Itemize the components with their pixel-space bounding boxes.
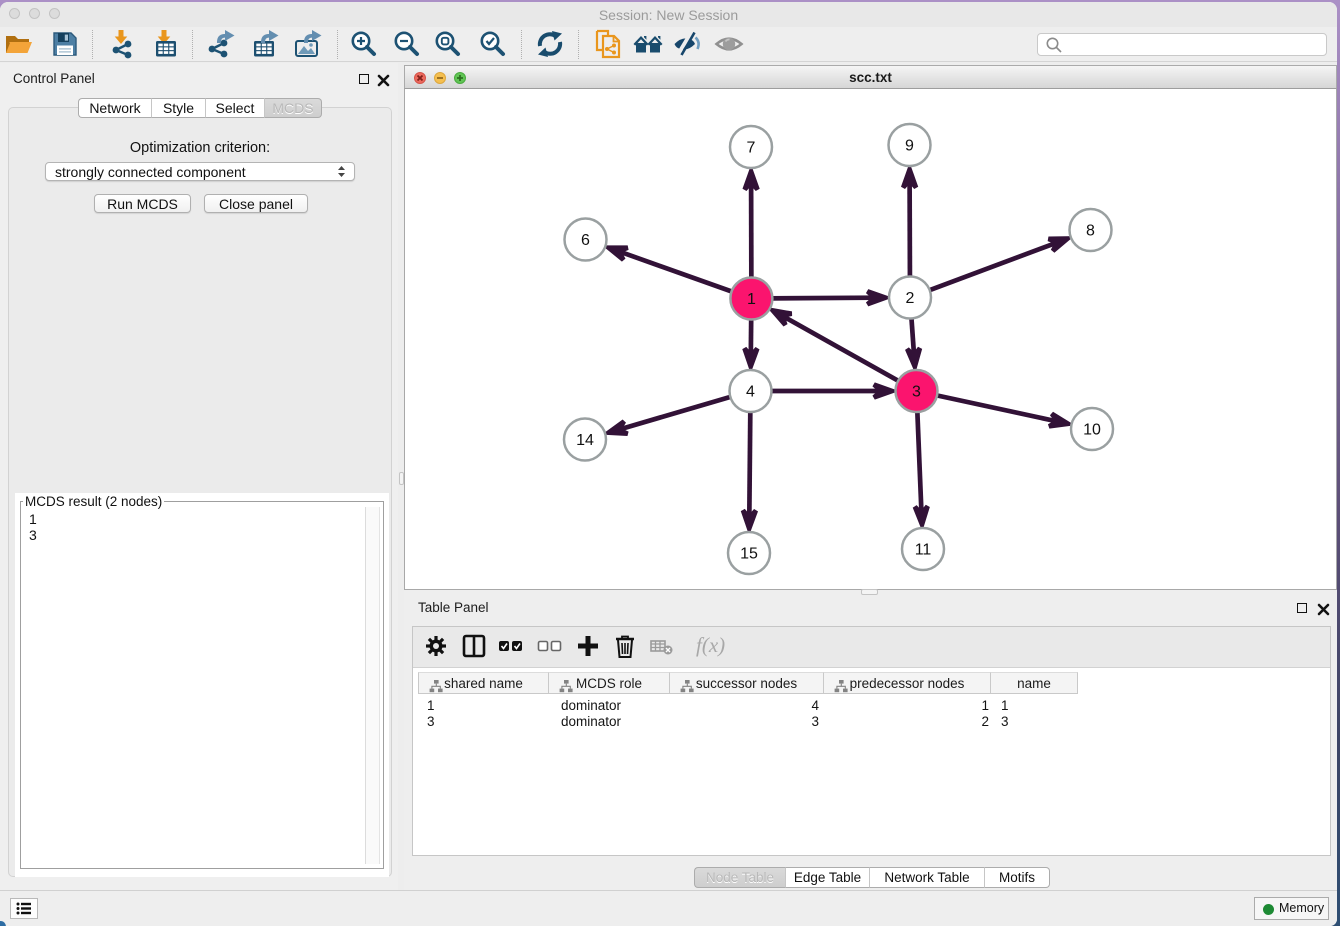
svg-text:7: 7: [747, 140, 756, 157]
svg-text:8: 8: [1086, 223, 1095, 240]
svg-text:6: 6: [581, 232, 590, 249]
svg-text:4: 4: [746, 384, 755, 401]
svg-text:15: 15: [740, 546, 758, 563]
svg-text:11: 11: [915, 542, 932, 559]
svg-text:9: 9: [905, 138, 914, 155]
svg-text:2: 2: [906, 290, 915, 307]
svg-text:3: 3: [912, 384, 921, 401]
svg-text:14: 14: [576, 432, 594, 449]
svg-text:1: 1: [747, 291, 756, 308]
svg-text:10: 10: [1083, 422, 1101, 439]
